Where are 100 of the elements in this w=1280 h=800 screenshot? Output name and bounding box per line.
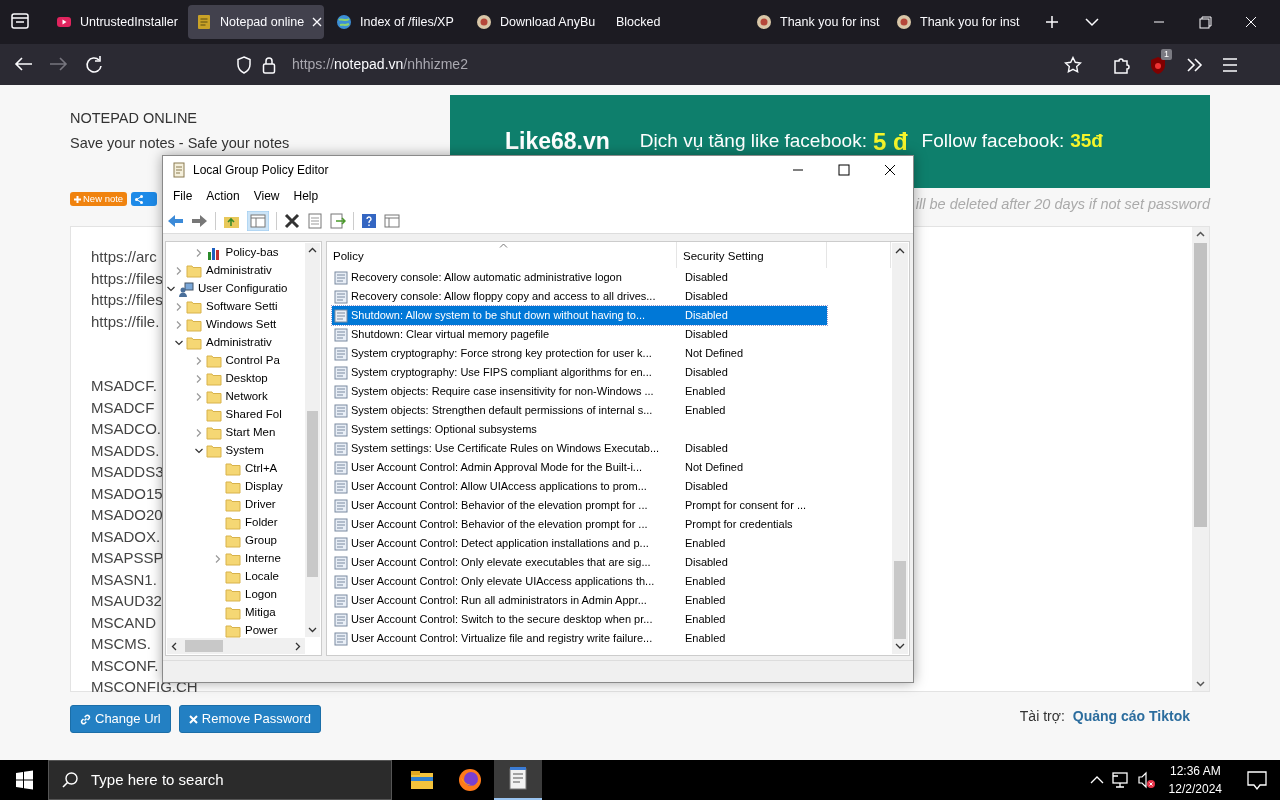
policy-row[interactable]: System objects: Require case insensitivity for non-Windows ... Enabled xyxy=(332,382,827,401)
browser-tab[interactable]: Thank you for inst xyxy=(888,5,1024,39)
tree-item[interactable]: User Configuratio xyxy=(166,280,321,298)
browser-tab[interactable]: Blocked xyxy=(608,5,744,39)
share-button[interactable] xyxy=(131,192,158,206)
tree-label: Interne xyxy=(245,551,281,567)
scrollbar-thumb[interactable] xyxy=(185,640,223,652)
folder-icon xyxy=(205,353,222,369)
policy-row[interactable]: System cryptography: Force strong key protection for user k... Not Defined xyxy=(332,344,827,363)
note-line: MSADCF xyxy=(91,397,155,418)
close-icon[interactable] xyxy=(312,17,323,27)
policy-name: Recovery console: Allow floppy copy and access to all drives... xyxy=(351,289,657,305)
tree-item[interactable]: Mitiga xyxy=(166,604,321,622)
scrollbar-thumb[interactable] xyxy=(1194,243,1207,527)
tree-item[interactable]: Ctrl+A xyxy=(166,460,321,478)
change-url-button[interactable]: Change Url xyxy=(70,705,171,733)
tree-item[interactable]: Windows Sett xyxy=(166,316,321,334)
tree-label: Display xyxy=(245,479,283,495)
policy-row[interactable]: System objects: Strengthen default permissions of internal s... Enabled xyxy=(332,401,827,420)
tree-item[interactable]: System xyxy=(166,442,321,460)
scrollbar[interactable] xyxy=(892,243,908,654)
policy-row[interactable]: User Account Control: Allow UIAccess applications to prom... Disabled xyxy=(332,477,827,496)
remove-password-button[interactable]: Remove Password xyxy=(178,705,321,733)
policy-row[interactable]: Shutdown: Allow system to be shut down without having to... Disabled xyxy=(332,306,827,325)
sponsor-link[interactable]: Quảng cáo Tiktok xyxy=(1072,705,1190,727)
security-setting: Enabled xyxy=(685,403,726,419)
menu-item[interactable]: Action xyxy=(199,187,247,205)
menu-item[interactable]: Help xyxy=(286,187,326,205)
policy-row[interactable]: User Account Control: Run all administrators in Admin Appr... Enabled xyxy=(332,591,827,610)
folder-icon xyxy=(225,515,241,531)
column-header[interactable]: Security Setting xyxy=(677,242,827,268)
policy-row[interactable]: User Account Control: Detect application installations and p... Enabled xyxy=(332,534,827,553)
menu-item[interactable]: File xyxy=(166,187,200,205)
column-header[interactable]: Policy xyxy=(327,242,677,268)
tree-item[interactable]: Policy-bas xyxy=(166,244,321,262)
policy-row[interactable]: User Account Control: Behavior of the elevation prompt for ... Prompt for credentials xyxy=(332,515,827,534)
shield-icon[interactable] xyxy=(236,55,252,74)
note-icon xyxy=(196,14,212,30)
delete-icon[interactable] xyxy=(284,212,300,229)
ad-price: 35đ xyxy=(1070,129,1103,154)
tree-item[interactable]: Shared Fol xyxy=(166,406,321,424)
scrollbar-thumb[interactable] xyxy=(307,411,318,577)
policy-icon xyxy=(334,460,348,475)
menu-item[interactable]: View xyxy=(246,187,287,205)
tree-item[interactable]: Interne xyxy=(166,550,321,568)
policy-row[interactable]: User Account Control: Behavior of the elevation prompt for ... Prompt for consent for ... xyxy=(332,496,827,515)
policy-row[interactable]: System settings: Use Certificate Rules on Windows Executab... Disabled xyxy=(332,439,827,458)
scrollbar[interactable] xyxy=(167,638,305,654)
help-icon[interactable] xyxy=(361,212,377,229)
browser-tab[interactable]: Index of /files/XP xyxy=(328,5,464,39)
tree-item[interactable]: Desktop xyxy=(166,370,321,388)
address-bar[interactable]: https://notepad.vn/nhhizme2 xyxy=(228,48,1090,81)
browser-tab[interactable]: UntrustedInstaller xyxy=(48,5,184,39)
filter-icon[interactable] xyxy=(384,212,400,229)
search-icon xyxy=(61,771,79,789)
policy-row[interactable]: Recovery console: Allow floppy copy and access to all drives... Disabled xyxy=(332,287,827,306)
forward-arrow-icon[interactable] xyxy=(191,212,208,229)
tree-item[interactable]: Folder xyxy=(166,514,321,532)
scrollbar[interactable] xyxy=(1192,227,1209,691)
note-line: MSADDS. xyxy=(91,440,160,461)
tab-title: Notepad online xyxy=(220,13,305,31)
policy-row[interactable]: Shutdown: Clear virtual memory pagefile Disabled xyxy=(332,325,827,344)
browser-tab[interactable]: Thank you for inst xyxy=(748,5,884,39)
policy-row[interactable]: User Account Control: Only elevate executables that are sig... Disabled xyxy=(332,553,827,572)
policy-row[interactable]: System cryptography: Use FIPS compliant algorithms for en... Disabled xyxy=(332,363,827,382)
browser-tab[interactable]: Notepad online xyxy=(188,5,324,39)
taskbar-app[interactable] xyxy=(494,760,542,800)
tree-item[interactable]: Locale xyxy=(166,568,321,586)
policy-row[interactable]: System settings: Optional subsystems xyxy=(332,420,827,439)
policy-name: User Account Control: Admin Approval Mode for the Built-i... xyxy=(351,460,644,476)
policy-row[interactable]: User Account Control: Admin Approval Mode for the Built-i... Not Defined xyxy=(332,458,827,477)
scrollbar-thumb[interactable] xyxy=(894,561,906,639)
console-tree-icon[interactable] xyxy=(247,210,269,231)
policy-row[interactable]: User Account Control: Virtualize file and registry write failure... Enabled xyxy=(332,629,827,648)
tree-item[interactable]: Power xyxy=(166,622,321,640)
tree-item[interactable]: Administrativ xyxy=(166,334,321,352)
tree-item[interactable]: Display xyxy=(166,478,321,496)
tab-title: Download AnyBu xyxy=(500,13,596,31)
tree-item[interactable]: Administrativ xyxy=(166,262,321,280)
policy-name: User Account Control: Only elevate UIAccess applications th... xyxy=(351,574,656,590)
tree-label: Shared Fol xyxy=(225,407,282,423)
tree-item[interactable]: Driver xyxy=(166,496,321,514)
bookmark-star-icon[interactable] xyxy=(1064,55,1082,74)
search-field[interactable]: Type here to search xyxy=(48,760,392,800)
tree-item[interactable]: Control Pa xyxy=(166,352,321,370)
tree-item[interactable]: Software Setti xyxy=(166,298,321,316)
tree-item[interactable]: Network xyxy=(166,388,321,406)
url-text[interactable]: https://notepad.vn/nhhizme2 xyxy=(292,54,468,75)
clock[interactable]: 12:36 AM 12/2/2024 xyxy=(1168,762,1222,798)
browser-tab[interactable]: Download AnyBu xyxy=(468,5,604,39)
tree-item[interactable]: Logon xyxy=(166,586,321,604)
tree-item[interactable]: Group xyxy=(166,532,321,550)
policy-row[interactable]: User Account Control: Only elevate UIAccess applications th... Enabled xyxy=(332,572,827,591)
scrollbar[interactable] xyxy=(305,243,320,637)
export-icon[interactable] xyxy=(330,212,346,229)
tree-item[interactable]: Start Men xyxy=(166,424,321,442)
expiry-notice: ill be deleted after 20 days if not set password xyxy=(914,196,1210,213)
tree-label: Start Men xyxy=(225,425,276,441)
policy-row[interactable]: Recovery console: Allow automatic administrative logon Disabled xyxy=(332,268,827,287)
policy-row[interactable]: User Account Control: Switch to the secure desktop when pr... Enabled xyxy=(332,610,827,629)
